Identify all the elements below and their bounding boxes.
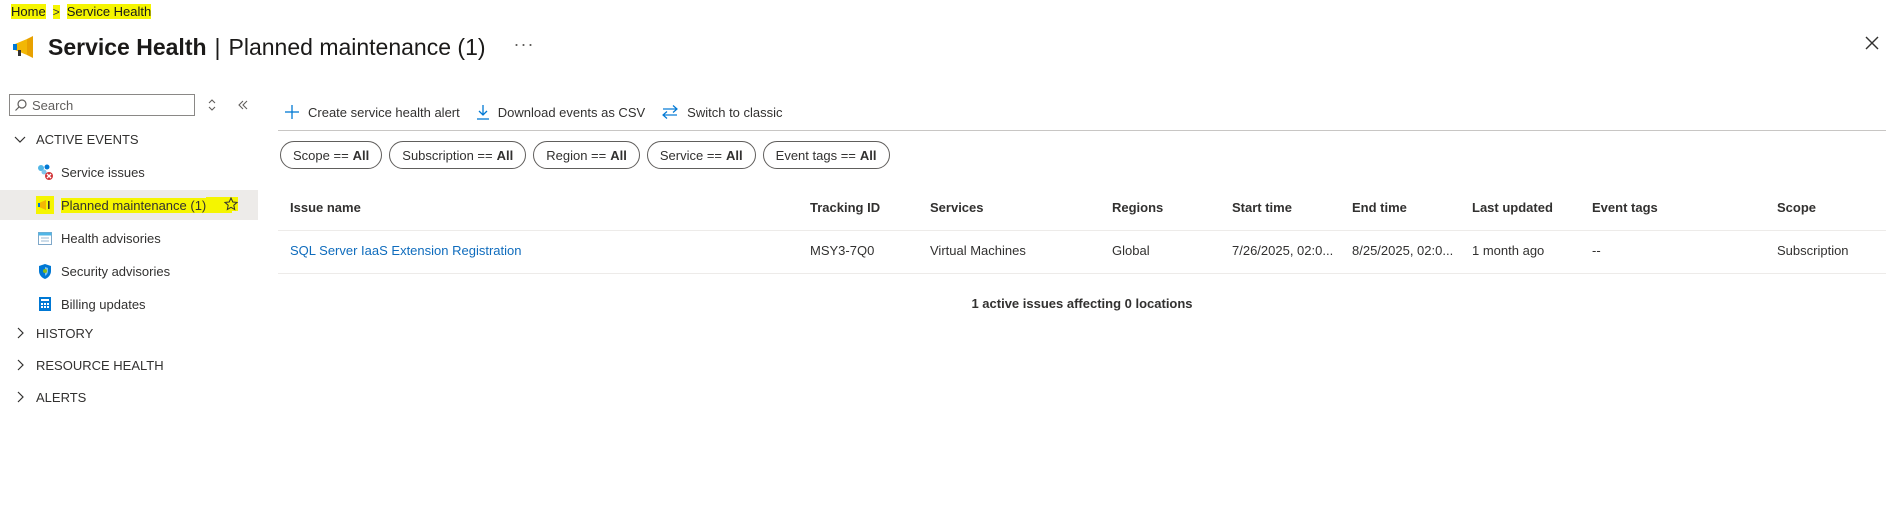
column-header-start-time[interactable]: Start time bbox=[1232, 200, 1292, 215]
row-divider bbox=[278, 273, 1886, 274]
issue-name-link[interactable]: SQL Server IaaS Extension Registration bbox=[290, 243, 521, 258]
filter-service[interactable]: Service == All bbox=[646, 141, 756, 169]
download-icon bbox=[476, 105, 489, 120]
download-csv-button[interactable]: Download events as CSV bbox=[476, 104, 645, 120]
nav-group-active-events[interactable]: ACTIVE EVENTS bbox=[0, 124, 258, 154]
last-updated-cell: 1 month ago bbox=[1472, 243, 1545, 258]
sidebar-item-billing-updates[interactable]: Billing updates bbox=[0, 289, 258, 319]
command-bar-divider bbox=[278, 130, 1886, 131]
filter-value: All bbox=[859, 147, 877, 163]
command-bar: Create service health alert Download eve… bbox=[284, 104, 799, 120]
calendar-icon bbox=[36, 229, 54, 247]
event-tags-cell: -- bbox=[1592, 243, 1601, 258]
sidebar-item-planned-maintenance[interactable]: Planned maintenance (1) bbox=[0, 190, 258, 220]
sidebar-item-label: Health advisories bbox=[61, 230, 161, 246]
page-subtitle: Planned maintenance (1) bbox=[228, 33, 486, 60]
scope-cell: Subscription bbox=[1777, 243, 1849, 258]
filter-scope[interactable]: Scope == All bbox=[280, 141, 383, 169]
chevron-right-icon bbox=[17, 359, 24, 371]
sidebar-search-input[interactable] bbox=[28, 96, 184, 114]
filter-value: All bbox=[726, 147, 743, 163]
column-header-last-updated[interactable]: Last updated bbox=[1472, 200, 1553, 215]
filter-key: Service == bbox=[659, 147, 723, 163]
column-header-scope[interactable]: Scope bbox=[1777, 200, 1816, 215]
filter-key: Region == bbox=[546, 147, 607, 163]
megaphone-icon bbox=[13, 36, 33, 58]
filter-value: All bbox=[352, 147, 370, 163]
create-alert-label: Create service health alert bbox=[308, 104, 460, 120]
switch-classic-button[interactable]: Switch to classic bbox=[661, 104, 783, 120]
switch-arrows-icon bbox=[662, 105, 679, 119]
services-cell: Virtual Machines bbox=[930, 243, 1026, 258]
sidebar-search-box[interactable] bbox=[9, 94, 195, 116]
filter-region[interactable]: Region == All bbox=[533, 141, 640, 169]
sidebar-item-health-advisories[interactable]: Health advisories bbox=[0, 223, 258, 253]
column-header-services[interactable]: Services bbox=[930, 200, 984, 215]
filter-key: Scope == bbox=[293, 147, 349, 163]
switch-classic-label: Switch to classic bbox=[687, 104, 783, 120]
breadcrumb-separator: > bbox=[52, 4, 60, 19]
breadcrumb-home-link[interactable]: Home bbox=[11, 4, 46, 19]
star-icon[interactable] bbox=[224, 197, 238, 211]
plus-icon bbox=[285, 105, 299, 119]
filter-value: All bbox=[496, 147, 514, 163]
filter-key: Event tags == bbox=[775, 147, 856, 163]
header-divider bbox=[278, 230, 1886, 231]
sort-toggle-icon[interactable] bbox=[207, 98, 217, 112]
nav-group-resource-health[interactable]: RESOURCE HEALTH bbox=[0, 350, 258, 380]
shield-icon bbox=[36, 262, 54, 280]
megaphone-icon bbox=[36, 196, 54, 214]
column-header-issue-name[interactable]: Issue name bbox=[290, 200, 361, 215]
sidebar-item-label: Service issues bbox=[61, 164, 145, 180]
nav-group-label: ACTIVE EVENTS bbox=[36, 131, 139, 147]
filter-event-tags[interactable]: Event tags == All bbox=[762, 141, 890, 169]
collapse-sidebar-icon[interactable] bbox=[237, 99, 249, 111]
chevron-right-icon bbox=[17, 391, 24, 403]
filter-value: All bbox=[610, 147, 627, 163]
nav-group-alerts[interactable]: ALERTS bbox=[0, 382, 258, 412]
end-time-cell: 8/25/2025, 02:0... bbox=[1352, 243, 1454, 258]
close-icon[interactable] bbox=[1862, 33, 1882, 53]
sidebar-item-label: Security advisories bbox=[61, 263, 171, 279]
breadcrumb: Home > Service Health bbox=[11, 4, 152, 19]
column-header-event-tags[interactable]: Event tags bbox=[1592, 200, 1658, 215]
filter-subscription[interactable]: Subscription == All bbox=[389, 141, 527, 169]
more-options-button[interactable]: ··· bbox=[514, 34, 535, 55]
start-time-cell: 7/26/2025, 02:0... bbox=[1232, 243, 1334, 258]
title-separator: | bbox=[214, 33, 221, 60]
create-alert-button[interactable]: Create service health alert bbox=[284, 104, 460, 120]
filter-key: Subscription == bbox=[402, 147, 493, 163]
regions-cell: Global bbox=[1112, 243, 1150, 258]
chevron-down-icon bbox=[14, 136, 26, 143]
billing-icon bbox=[36, 295, 54, 313]
nav-group-label: HISTORY bbox=[36, 325, 94, 341]
service-issues-icon bbox=[36, 163, 54, 181]
column-header-tracking-id[interactable]: Tracking ID bbox=[810, 200, 880, 215]
sidebar-item-security-advisories[interactable]: Security advisories bbox=[0, 256, 258, 286]
page-header: Service Health | Planned maintenance (1)… bbox=[12, 30, 535, 64]
sidebar-item-service-issues[interactable]: Service issues bbox=[0, 157, 258, 187]
tracking-id-cell: MSY3-7Q0 bbox=[810, 243, 875, 258]
search-icon bbox=[15, 99, 27, 111]
column-header-end-time[interactable]: End time bbox=[1352, 200, 1407, 215]
chevron-right-icon bbox=[17, 327, 24, 339]
issues-summary: 1 active issues affecting 0 locations bbox=[971, 296, 1193, 311]
nav-group-history[interactable]: HISTORY bbox=[0, 318, 258, 348]
nav-group-label: RESOURCE HEALTH bbox=[36, 357, 164, 373]
page-title: Service Health bbox=[48, 33, 207, 60]
sidebar-item-label: Planned maintenance (1) bbox=[61, 197, 207, 213]
column-header-regions[interactable]: Regions bbox=[1112, 200, 1163, 215]
nav-group-label: ALERTS bbox=[36, 389, 87, 405]
sidebar-item-label: Billing updates bbox=[61, 296, 146, 312]
breadcrumb-service-health-link[interactable]: Service Health bbox=[66, 4, 152, 19]
download-csv-label: Download events as CSV bbox=[497, 104, 646, 120]
filter-pills: Scope == All Subscription == All Region ==… bbox=[280, 141, 897, 169]
